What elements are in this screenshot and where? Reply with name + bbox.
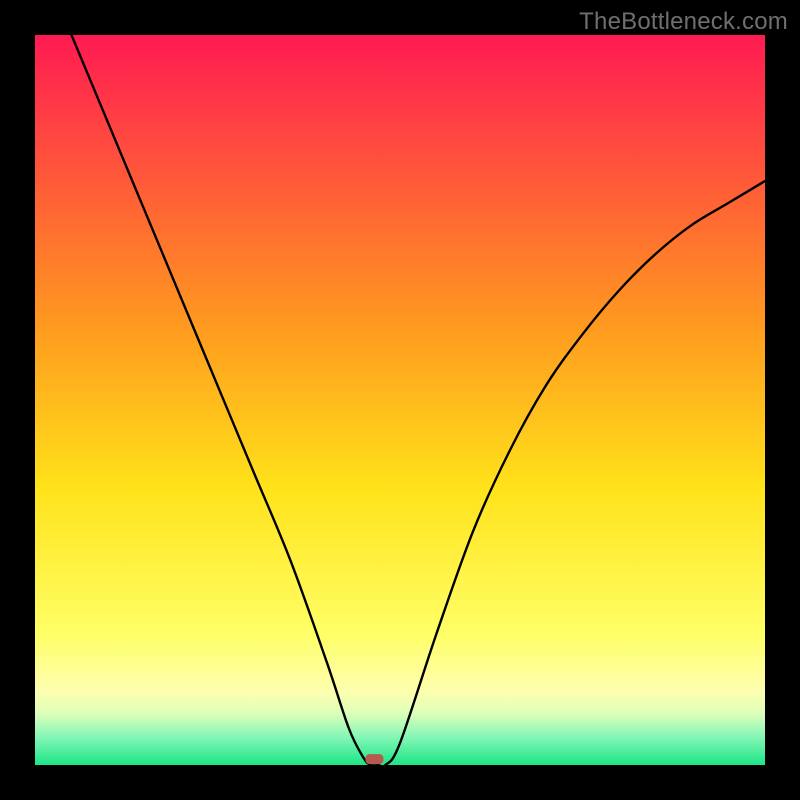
chart-svg: [35, 35, 765, 765]
plot-area: [35, 35, 765, 765]
attribution-label: TheBottleneck.com: [579, 8, 788, 36]
optimal-marker: [365, 754, 383, 764]
chart-frame: TheBottleneck.com: [0, 0, 800, 800]
gradient-background: [35, 35, 765, 765]
